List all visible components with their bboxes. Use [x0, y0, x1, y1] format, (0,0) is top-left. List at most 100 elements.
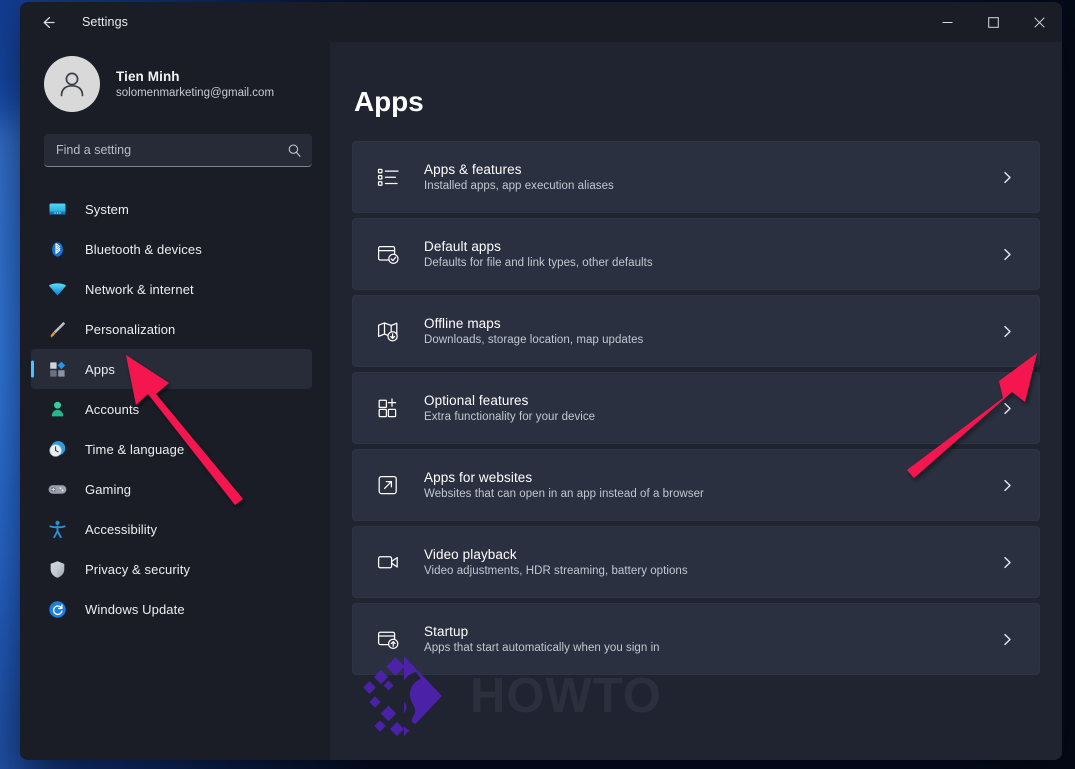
card-title: Optional features	[424, 393, 529, 408]
card-default-apps[interactable]: Default apps Defaults for file and link …	[352, 218, 1040, 290]
card-startup[interactable]: Startup Apps that start automatically wh…	[352, 603, 1040, 675]
bullet-list-icon	[375, 164, 401, 190]
chevron-right-icon[interactable]	[997, 633, 1017, 646]
external-link-icon	[375, 472, 401, 498]
close-button[interactable]	[1016, 2, 1062, 42]
card-subtitle: Installed apps, app execution aliases	[424, 180, 614, 192]
shield-icon	[46, 558, 68, 580]
paintbrush-icon	[46, 318, 68, 340]
chevron-right-icon[interactable]	[997, 556, 1017, 569]
card-title: Apps for websites	[424, 470, 533, 485]
chevron-right-icon[interactable]	[997, 248, 1017, 261]
accessibility-icon	[46, 518, 68, 540]
account-name: Tien Minh	[116, 69, 180, 84]
back-button[interactable]	[28, 6, 68, 38]
sidebar-item-label: System	[85, 201, 129, 217]
sidebar-item-apps[interactable]: Apps	[31, 349, 312, 389]
gamepad-icon	[46, 478, 68, 500]
card-text: Offline maps Downloads, storage location…	[424, 316, 997, 346]
card-subtitle: Extra functionality for your device	[424, 411, 596, 423]
sidebar-item-label: Personalization	[85, 321, 176, 337]
video-camera-icon	[375, 549, 401, 575]
chevron-right-icon[interactable]	[997, 479, 1017, 492]
sidebar-item-accounts[interactable]: Accounts	[31, 389, 312, 429]
person-avatar-icon	[60, 72, 84, 97]
sidebar: Tien Minh solomenmarketing@gmail.com Fin…	[20, 42, 330, 760]
sidebar-item-label: Accessibility	[85, 521, 158, 537]
card-optional-features[interactable]: Optional features Extra functionality fo…	[352, 372, 1040, 444]
window-body: Tien Minh solomenmarketing@gmail.com Fin…	[20, 42, 1062, 760]
chevron-right-icon[interactable]	[997, 171, 1017, 184]
card-subtitle: Video adjustments, HDR streaming, batter…	[424, 565, 688, 577]
sidebar-item-label: Apps	[85, 361, 116, 377]
card-apps-for-websites[interactable]: Apps for websites Websites that can open…	[352, 449, 1040, 521]
card-title: Offline maps	[424, 316, 501, 331]
sidebar-item-network-internet[interactable]: Network & internet	[31, 269, 312, 309]
account-email: solomenmarketing@gmail.com	[116, 87, 275, 99]
card-title: Video playback	[424, 547, 517, 562]
back-arrow-icon	[43, 16, 55, 28]
sidebar-item-label: Accounts	[85, 401, 140, 417]
app-title: Settings	[82, 15, 128, 29]
sidebar-item-time-language[interactable]: Time & language	[31, 429, 312, 469]
card-title: Default apps	[424, 239, 501, 254]
sidebar-item-gaming[interactable]: Gaming	[31, 469, 312, 509]
card-subtitle: Websites that can open in an app instead…	[424, 488, 704, 500]
monitor-icon	[46, 198, 68, 220]
card-offline-maps[interactable]: Offline maps Downloads, storage location…	[352, 295, 1040, 367]
close-icon	[1033, 16, 1045, 28]
card-title: Apps & features	[424, 162, 522, 177]
sidebar-item-label: Time & language	[85, 441, 185, 457]
sidebar-item-accessibility[interactable]: Accessibility	[31, 509, 312, 549]
sidebar-item-personalization[interactable]: Personalization	[31, 309, 312, 349]
card-apps-and-features[interactable]: Apps & features Installed apps, app exec…	[352, 141, 1040, 213]
grid-plus-icon	[375, 395, 401, 421]
sidebar-item-windows-update[interactable]: Windows Update	[31, 589, 312, 629]
card-text: Apps & features Installed apps, app exec…	[424, 162, 997, 192]
apps-grid-icon	[46, 358, 68, 380]
sidebar-item-label: Gaming	[85, 481, 132, 497]
avatar	[44, 56, 100, 112]
chevron-right-icon[interactable]	[997, 325, 1017, 338]
window-controls	[924, 2, 1062, 42]
account-text: Tien Minh solomenmarketing@gmail.com	[116, 69, 274, 99]
chevron-right-icon[interactable]	[997, 402, 1017, 415]
page-title: Apps	[354, 86, 424, 117]
window-check-icon	[375, 241, 401, 267]
clock-icon	[46, 438, 68, 460]
card-subtitle: Downloads, storage location, map updates	[424, 334, 644, 346]
card-text: Apps for websites Websites that can open…	[424, 470, 997, 500]
sidebar-item-system[interactable]: System	[31, 189, 312, 229]
maximize-button[interactable]	[970, 2, 1016, 42]
minimize-button[interactable]	[924, 2, 970, 42]
bluetooth-icon	[46, 238, 68, 260]
card-text: Startup Apps that start automatically wh…	[424, 624, 997, 654]
sidebar-item-label: Network & internet	[85, 281, 194, 297]
sidebar-item-bluetooth-devices[interactable]: Bluetooth & devices	[31, 229, 312, 269]
card-text: Video playback Video adjustments, HDR st…	[424, 547, 997, 577]
wifi-icon	[46, 278, 68, 300]
maximize-icon	[987, 16, 999, 28]
sidebar-item-label: Bluetooth & devices	[85, 241, 202, 257]
search-input[interactable]	[56, 143, 287, 157]
sidebar-item-label: Windows Update	[85, 601, 185, 617]
minimize-icon	[942, 21, 952, 23]
title-bar: Settings	[20, 2, 1062, 42]
map-download-icon	[375, 318, 401, 344]
sidebar-nav: System Bluetooth & devices Network & int…	[20, 189, 330, 629]
update-refresh-icon	[46, 598, 68, 620]
account-block[interactable]: Tien Minh solomenmarketing@gmail.com	[20, 46, 330, 126]
search-box[interactable]	[44, 134, 312, 167]
settings-window: Settings Tien Minh solomenmarketing@gmai…	[20, 2, 1062, 760]
search-icon	[288, 143, 301, 157]
person-icon	[46, 398, 68, 420]
card-text: Optional features Extra functionality fo…	[424, 393, 997, 423]
card-text: Default apps Defaults for file and link …	[424, 239, 997, 269]
card-subtitle: Apps that start automatically when you s…	[424, 642, 660, 654]
sidebar-item-label: Privacy & security	[85, 561, 191, 577]
card-subtitle: Defaults for file and link types, other …	[424, 257, 653, 269]
card-video-playback[interactable]: Video playback Video adjustments, HDR st…	[352, 526, 1040, 598]
desktop-background: Settings Tien Minh solomenmarketing@gmai…	[0, 0, 1075, 769]
window-up-arrow-icon	[375, 626, 401, 652]
sidebar-item-privacy-security[interactable]: Privacy & security	[31, 549, 312, 589]
